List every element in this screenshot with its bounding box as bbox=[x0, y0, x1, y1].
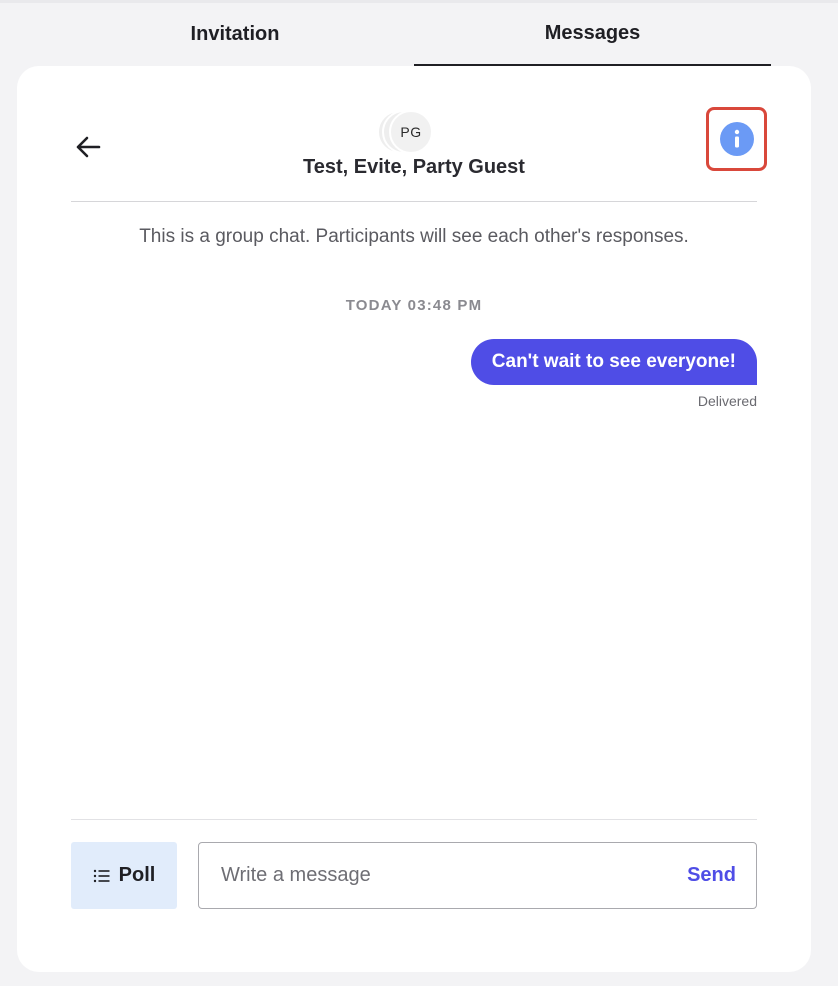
info-icon bbox=[719, 122, 754, 156]
list-icon bbox=[93, 869, 110, 882]
message-timestamp: TODAY 03:48 PM bbox=[345, 297, 483, 314]
poll-button[interactable]: Poll bbox=[71, 842, 177, 909]
tab-messages[interactable]: Messages bbox=[414, 3, 771, 66]
send-button[interactable]: Send bbox=[687, 864, 736, 887]
message-input[interactable] bbox=[221, 864, 688, 887]
poll-label: Poll bbox=[118, 864, 156, 886]
outgoing-message-bubble: Can't wait to see everyone! bbox=[470, 339, 757, 385]
group-chat-notice: This is a group chat. Participants will … bbox=[139, 226, 689, 247]
back-button[interactable] bbox=[73, 132, 103, 162]
delivery-status: Delivered bbox=[697, 393, 757, 409]
chat-title: Test, Evite, Party Guest bbox=[303, 156, 525, 178]
header-divider bbox=[71, 201, 757, 202]
message-composer: Send bbox=[198, 842, 757, 909]
tab-invitation[interactable]: Invitation bbox=[56, 3, 414, 66]
chat-card: PG Test, Evite, Party Guest This is a gr… bbox=[17, 66, 811, 972]
avatar: PG bbox=[389, 110, 433, 154]
participant-avatars: PG bbox=[377, 110, 437, 154]
info-button[interactable] bbox=[706, 107, 767, 171]
tab-bar: Invitation Messages bbox=[0, 0, 838, 66]
arrow-left-icon bbox=[76, 136, 101, 158]
composer-divider bbox=[71, 819, 757, 820]
